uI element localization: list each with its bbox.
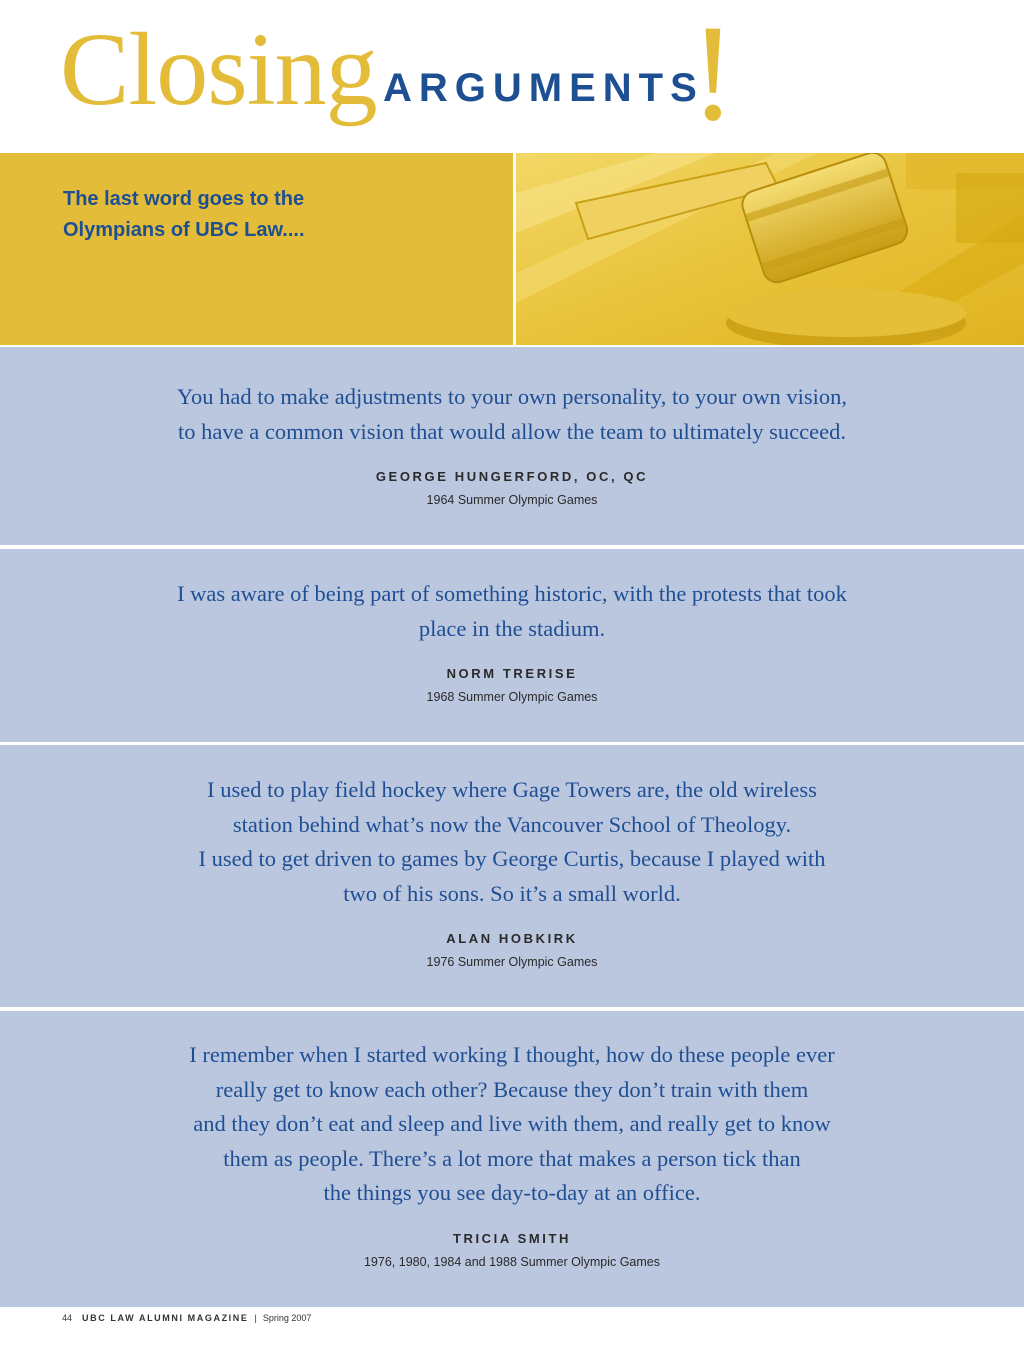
footer-separator: | bbox=[254, 1313, 257, 1323]
quote-games: 1964 Summer Olympic Games bbox=[426, 493, 598, 507]
page-footer: 44 UBC LAW ALUMNI MAGAZINE | Spring 2007 bbox=[62, 1313, 311, 1323]
title-closing: Closing bbox=[60, 12, 378, 127]
quote-games: 1968 Summer Olympic Games bbox=[426, 690, 598, 704]
intro-line-2: Olympians of UBC Law.... bbox=[63, 219, 305, 241]
quote-panel-1: You had to make adjustments to your own … bbox=[0, 347, 1024, 545]
title-exclamation: ! bbox=[690, 0, 736, 149]
quote-games: 1976, 1980, 1984 and 1988 Summer Olympic… bbox=[363, 1255, 660, 1269]
intro-text: The last word goes to the Olympians of U… bbox=[63, 184, 483, 246]
quote-author: GEORGE HUNGERFORD, OC, QC bbox=[375, 469, 649, 484]
quote-text: I was aware of being part of something h… bbox=[177, 581, 847, 641]
intro-line-1: The last word goes to the bbox=[63, 188, 305, 210]
quote-games: 1976 Summer Olympic Games bbox=[426, 955, 598, 969]
title-arguments: ARGUMENTS bbox=[383, 66, 704, 110]
quote-panel-2: I was aware of being part of something h… bbox=[0, 549, 1024, 742]
quote-panel-3: I used to play field hockey where Gage T… bbox=[0, 745, 1024, 1007]
quote-author: NORM TRERISE bbox=[446, 666, 578, 681]
quote-author: ALAN HOBKIRK bbox=[446, 931, 578, 946]
page-number: 44 bbox=[62, 1313, 73, 1323]
quote-text: You had to make adjustments to your own … bbox=[177, 384, 847, 444]
gavel-icon bbox=[516, 153, 1024, 345]
quote-panel-4: I remember when I started working I thou… bbox=[0, 1011, 1024, 1307]
quote-author: TRICIA SMITH bbox=[452, 1231, 572, 1246]
gavel-image bbox=[516, 153, 1024, 345]
publication-name: UBC LAW ALUMNI MAGAZINE bbox=[82, 1313, 249, 1323]
quote-text: I used to play field hockey where Gage T… bbox=[198, 777, 826, 906]
quote-text: I remember when I started working I thou… bbox=[189, 1042, 835, 1205]
issue-date: Spring 2007 bbox=[262, 1313, 312, 1323]
